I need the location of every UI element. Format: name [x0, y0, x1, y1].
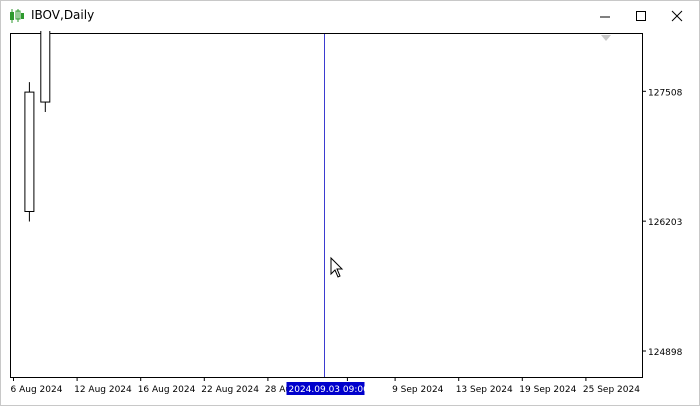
- date-tick-label: 6 Aug 2024: [11, 385, 63, 395]
- candle-body-bull: [24, 91, 35, 213]
- candle-1: [24, 82, 35, 222]
- close-button[interactable]: [663, 5, 691, 27]
- date-tick-label: 16 Aug 2024: [138, 385, 196, 395]
- window-title: IBOV,Daily: [31, 8, 95, 22]
- date-tick-label: 9 Sep 2024: [392, 385, 444, 395]
- candlestick-chart[interactable]: 1366431353381340331314231301181288131275…: [1, 0, 699, 405]
- date-tick-label: 19 Sep 2024: [519, 385, 576, 395]
- price-tick-label: 127508: [648, 88, 683, 98]
- date-tick-label: 25 Sep 2024: [583, 385, 640, 395]
- maximize-button[interactable]: [627, 5, 655, 27]
- candle-body-bull: [40, 0, 51, 103]
- chart-window: IBOV,Daily 13664313533813403313142313011…: [0, 0, 700, 406]
- price-tick-label: 126203: [648, 218, 682, 228]
- date-tick-label: 13 Sep 2024: [456, 385, 513, 395]
- candlestick-app-icon: [10, 9, 24, 23]
- candle-2: [40, 0, 51, 113]
- date-tick-label: 12 Aug 2024: [74, 385, 132, 395]
- crosshair-date-label: 2024.09.03 09:00: [289, 385, 370, 395]
- chart-area[interactable]: 1366431353381340331314231301181288131275…: [1, 0, 699, 405]
- title-bar[interactable]: IBOV,Daily: [1, 1, 699, 31]
- date-tick-label: 22 Aug 2024: [201, 385, 259, 395]
- price-tick-label: 124898: [648, 348, 683, 358]
- plot-border: [10, 33, 643, 378]
- minimize-button[interactable]: [591, 5, 619, 27]
